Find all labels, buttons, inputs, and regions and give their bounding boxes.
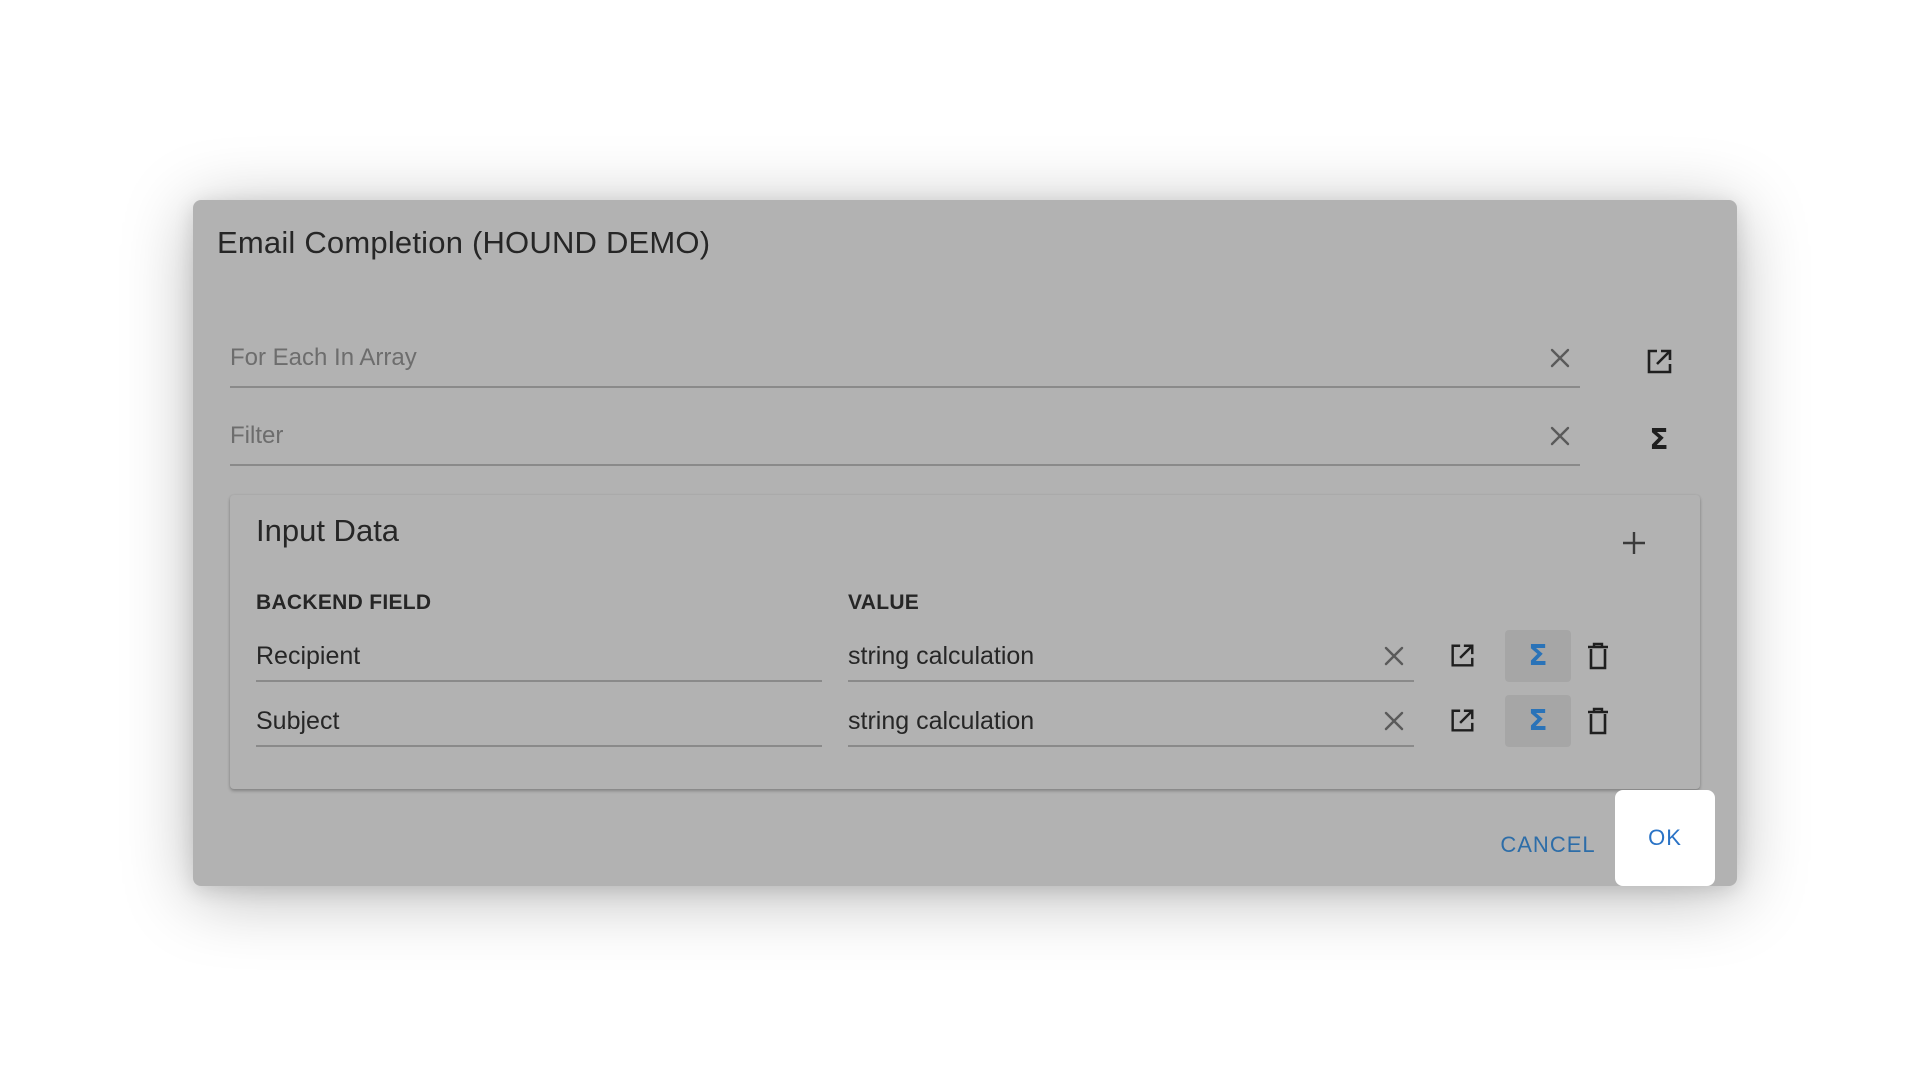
filter-clear-button[interactable] [1540, 416, 1580, 456]
sigma-icon: Σ [1528, 704, 1548, 737]
value-text: string calculation [848, 642, 1035, 670]
dialog-title: Email Completion (HOUND DEMO) [217, 225, 711, 260]
close-icon [1384, 646, 1404, 666]
backend-field-value: Recipient [256, 642, 361, 670]
for-each-in-array-placeholder: For Each In Array [230, 344, 417, 371]
row-open-button[interactable] [1440, 695, 1484, 747]
value-input[interactable]: string calculation [848, 630, 1414, 682]
row-calculation-button[interactable]: Σ [1505, 695, 1571, 747]
input-data-card: Input Data BACKEND FIELD VALUE Recipient… [230, 495, 1700, 789]
open-in-new-icon [1451, 709, 1474, 732]
backend-field-input[interactable]: Recipient [256, 630, 822, 682]
for-each-in-array-field[interactable]: For Each In Array [230, 330, 1580, 388]
input-data-title: Input Data [256, 513, 400, 548]
backend-field-input[interactable]: Subject [256, 695, 822, 747]
add-input-row-button[interactable] [1612, 521, 1656, 565]
backend-field-value: Subject [256, 707, 340, 735]
filter-placeholder: Filter [230, 422, 284, 449]
filter-field[interactable]: Filter [230, 408, 1580, 466]
close-icon [1384, 711, 1404, 731]
row-delete-button[interactable] [1576, 695, 1620, 747]
open-in-new-icon [1647, 349, 1672, 374]
email-completion-dialog: Email Completion (HOUND DEMO) For Each I… [193, 200, 1737, 886]
value-clear-button[interactable] [1374, 701, 1414, 741]
close-icon [1550, 426, 1570, 446]
value-input[interactable]: string calculation [848, 695, 1414, 747]
filter-calculation-button[interactable]: Σ [1637, 418, 1681, 462]
value-text: string calculation [848, 707, 1035, 735]
row-calculation-button[interactable]: Σ [1505, 630, 1571, 682]
ok-button[interactable]: OK [1615, 790, 1715, 886]
row-open-button[interactable] [1440, 630, 1484, 682]
for-each-open-button[interactable] [1637, 340, 1681, 384]
row-delete-button[interactable] [1576, 630, 1620, 682]
backend-field-column-header: BACKEND FIELD [256, 591, 432, 614]
value-column-header: VALUE [848, 591, 920, 614]
plus-icon [1623, 532, 1645, 554]
value-clear-button[interactable] [1374, 636, 1414, 676]
for-each-clear-button[interactable] [1540, 338, 1580, 378]
close-icon [1550, 348, 1570, 368]
trash-icon [1588, 642, 1608, 670]
cancel-button[interactable]: CANCEL [1483, 822, 1613, 868]
open-in-new-icon [1451, 644, 1474, 667]
trash-icon [1588, 707, 1608, 735]
sigma-icon: Σ [1528, 639, 1548, 672]
sigma-icon: Σ [1649, 423, 1669, 456]
